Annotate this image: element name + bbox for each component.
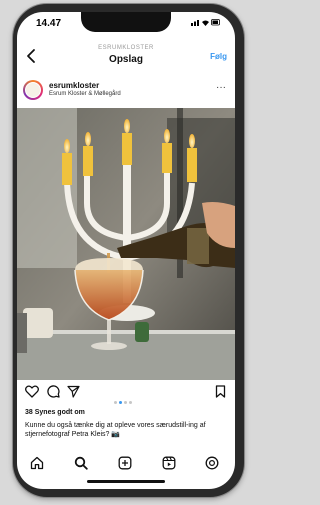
add-post-icon[interactable] [118, 456, 132, 475]
username[interactable]: esrumkloster [49, 81, 99, 90]
post-actions [17, 385, 235, 404]
status-icons [191, 18, 221, 28]
follow-button[interactable]: Følg [210, 52, 227, 61]
profile-icon[interactable] [205, 456, 219, 475]
post-header-bar: ESRUMKLOSTER Opslag Følg [17, 42, 235, 74]
page-title: Opslag [109, 54, 143, 65]
carousel-indicator [113, 391, 133, 409]
comment-icon[interactable] [47, 385, 60, 403]
notch [81, 12, 171, 32]
reels-icon[interactable] [162, 456, 176, 475]
post-author-row: esrumkloster Esrum Kloster & Møllegård ·… [17, 76, 235, 106]
send-icon[interactable] [67, 385, 80, 403]
more-options-icon[interactable]: ··· [216, 82, 226, 93]
post-caption: Kunne du også tænke dig at opleve vores … [25, 422, 206, 438]
header-account-label: ESRUMKLOSTER [98, 45, 154, 51]
carousel-dot [124, 401, 127, 404]
bookmark-icon[interactable] [215, 385, 226, 403]
carousel-dot [129, 401, 132, 404]
post-photo[interactable] [17, 108, 235, 380]
signal-wifi-battery-icon [191, 19, 220, 26]
likes-count[interactable]: 38 Synes godt om [25, 409, 85, 416]
heart-icon[interactable] [25, 385, 39, 403]
bottom-nav [17, 452, 235, 478]
screen: 14.47 ESRUMKLOSTER Opslag Følg esrumklos… [17, 12, 235, 489]
status-time: 14.47 [36, 18, 62, 29]
location-label[interactable]: Esrum Kloster & Møllegård [49, 91, 121, 97]
search-icon[interactable] [74, 456, 88, 475]
carousel-dot [114, 401, 117, 404]
home-icon[interactable] [30, 456, 44, 475]
avatar[interactable] [23, 80, 43, 100]
home-indicator[interactable] [87, 480, 165, 483]
carousel-dot [119, 401, 122, 404]
